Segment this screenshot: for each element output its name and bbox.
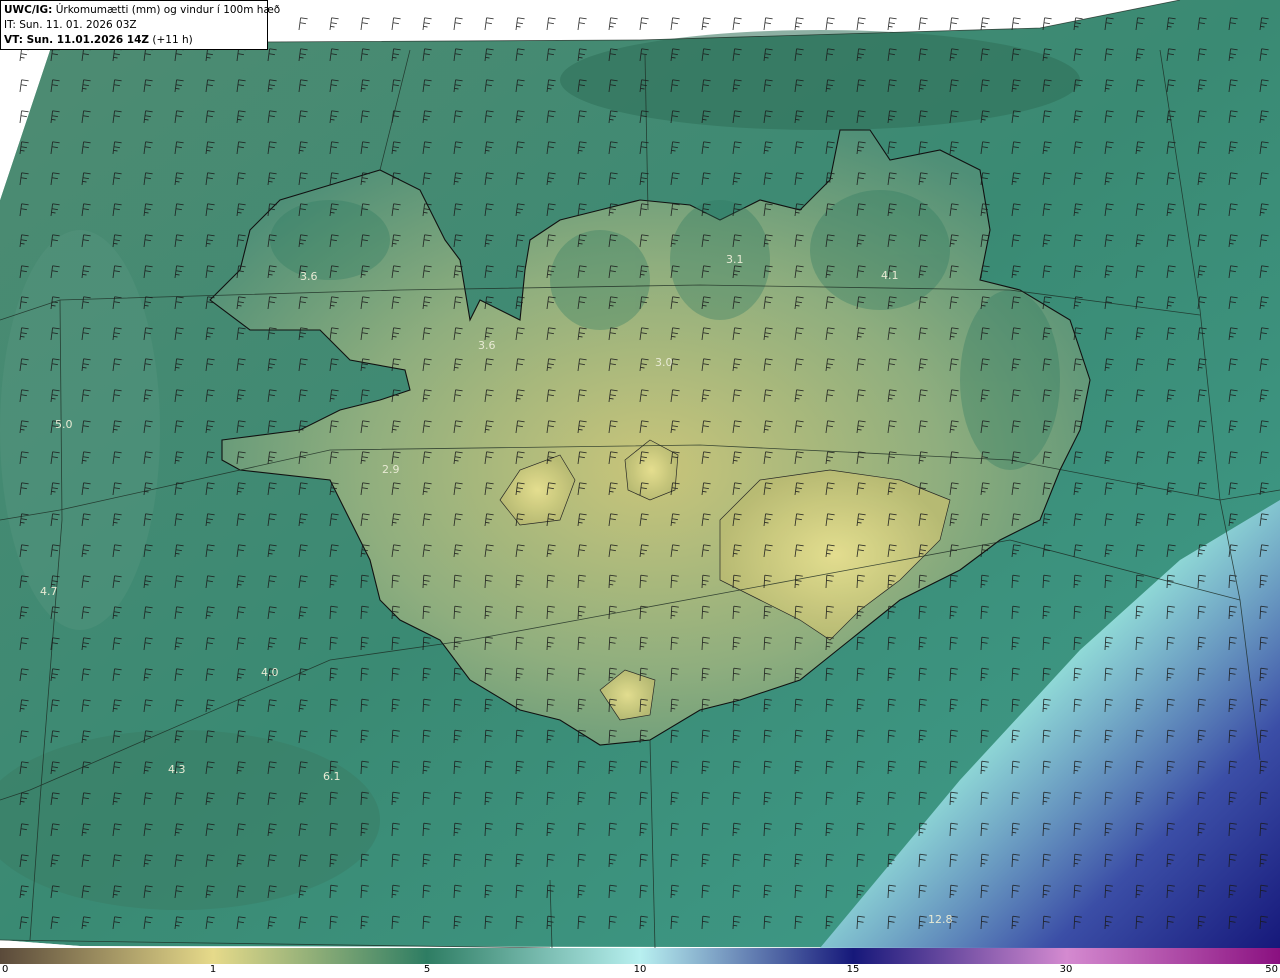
forecast-lead: (+11 h) bbox=[152, 34, 193, 46]
colorbar bbox=[0, 948, 1280, 964]
colorbar-tick: 0 bbox=[2, 964, 9, 975]
value-label: 4.3 bbox=[168, 763, 186, 776]
model-name: UWC/IG: bbox=[4, 4, 53, 16]
title-line: UWC/IG: Úrkomumætti (mm) og vindur í 100… bbox=[4, 3, 280, 18]
value-label: 2.9 bbox=[382, 463, 400, 476]
value-label: 12.8 bbox=[928, 913, 953, 926]
value-label: 4.1 bbox=[881, 269, 899, 282]
value-label: 3.6 bbox=[478, 339, 496, 352]
colorbar-tick: 15 bbox=[846, 964, 860, 975]
value-label: 4.0 bbox=[261, 666, 279, 679]
value-label: 4.7 bbox=[40, 585, 58, 598]
valid-time: VT: Sun. 11.01.2026 14Z bbox=[4, 34, 150, 46]
map-title: Úrkomumætti (mm) og vindur í 100m hæð bbox=[55, 4, 281, 16]
colorbar-tick: 30 bbox=[1059, 964, 1073, 975]
value-label: 6.1 bbox=[323, 770, 341, 783]
colorbar-tick: 10 bbox=[633, 964, 647, 975]
colorbar-labels: 0 1 5 10 15 30 50 bbox=[0, 964, 1280, 978]
init-time: IT: Sun. 11. 01. 2026 03Z bbox=[4, 19, 137, 31]
value-label: 3.0 bbox=[655, 356, 673, 369]
value-label: 3.1 bbox=[726, 253, 744, 266]
value-label: 3.6 bbox=[300, 270, 318, 283]
colorbar-tick: 1 bbox=[209, 964, 217, 975]
precipitation-wind-map: 3.6 3.6 3.1 4.1 3.0 5.0 2.9 4.7 4.0 4.3 … bbox=[0, 0, 1280, 948]
colorbar-tick: 50 bbox=[1265, 964, 1278, 975]
colorbar-tick: 5 bbox=[423, 964, 431, 975]
value-label: 5.0 bbox=[55, 418, 73, 431]
valid-time-line: VT: Sun. 11.01.2026 14Z (+11 h) bbox=[4, 33, 264, 48]
map-title-box: UWC/IG: Úrkomumætti (mm) og vindur í 100… bbox=[0, 0, 280, 50]
